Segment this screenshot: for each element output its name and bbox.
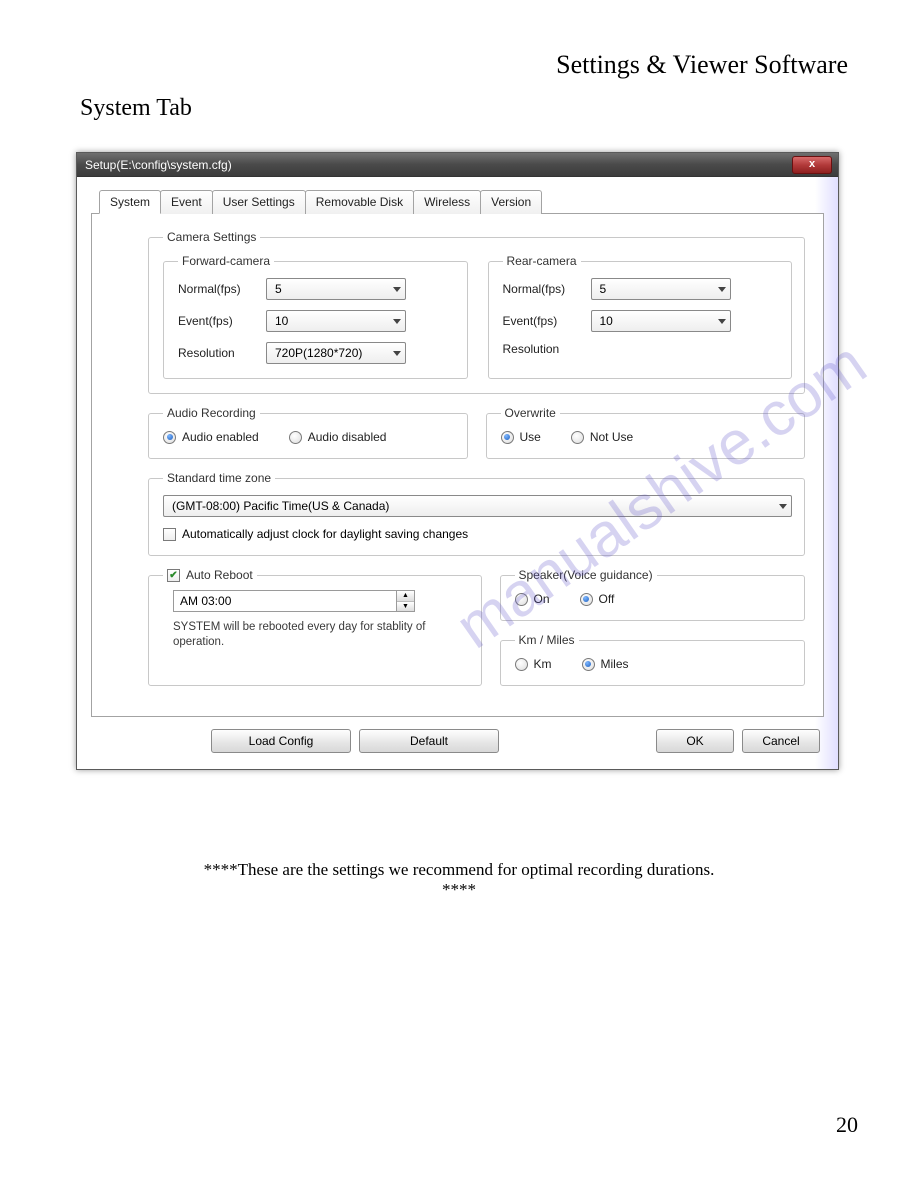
rear-event-combo[interactable]: 10: [591, 310, 731, 332]
right-col: Speaker(Voice guidance) On Off: [500, 568, 806, 698]
overwrite-use-label: Use: [520, 430, 541, 444]
audio-disabled-label: Audio disabled: [308, 430, 387, 444]
radio-icon: [163, 431, 176, 444]
timezone-value: (GMT-08:00) Pacific Time(US & Canada): [172, 499, 389, 513]
camera-settings-group: Camera Settings Forward-camera Normal(fp…: [148, 230, 805, 394]
ok-button[interactable]: OK: [656, 729, 734, 753]
page-header: Settings & Viewer Software: [0, 0, 918, 90]
section-title: System Tab: [0, 90, 918, 152]
rear-normal-value: 5: [600, 282, 607, 296]
cancel-button[interactable]: Cancel: [742, 729, 820, 753]
radio-icon: [580, 593, 593, 606]
timezone-combo[interactable]: (GMT-08:00) Pacific Time(US & Canada): [163, 495, 792, 517]
forward-camera-group: Forward-camera Normal(fps) 5 Event(fps): [163, 254, 468, 379]
page-number: 20: [836, 1112, 858, 1138]
audio-legend: Audio Recording: [163, 406, 260, 420]
radio-icon: [515, 593, 528, 606]
units-legend: Km / Miles: [515, 633, 579, 647]
audio-enabled-radio[interactable]: Audio enabled: [163, 430, 259, 444]
setup-window: Setup(E:\config\system.cfg) x System Eve…: [76, 152, 839, 770]
reboot-group: Auto Reboot AM 03:00 ▲ ▼ SYSTEM will be …: [148, 568, 482, 686]
audio-group: Audio Recording Audio enabled Audio disa…: [148, 406, 468, 459]
forward-normal-value: 5: [275, 282, 282, 296]
speaker-off-label: Off: [599, 592, 615, 606]
load-config-button[interactable]: Load Config: [211, 729, 351, 753]
tab-user-settings[interactable]: User Settings: [212, 190, 306, 214]
speaker-on-label: On: [534, 592, 550, 606]
speaker-on-radio[interactable]: On: [515, 592, 550, 606]
rear-camera-group: Rear-camera Normal(fps) 5 Event(fps) 10: [488, 254, 793, 379]
tab-wireless[interactable]: Wireless: [413, 190, 481, 214]
checkbox-icon: [163, 528, 176, 541]
tab-removable-disk[interactable]: Removable Disk: [305, 190, 414, 214]
rear-res-label: Resolution: [503, 342, 591, 356]
forward-event-combo[interactable]: 10: [266, 310, 406, 332]
default-button[interactable]: Default: [359, 729, 499, 753]
dst-label: Automatically adjust clock for daylight …: [182, 527, 468, 541]
chevron-down-icon: [779, 504, 787, 509]
forward-event-value: 10: [275, 314, 288, 328]
overwrite-group: Overwrite Use Not Use: [486, 406, 806, 459]
speaker-legend: Speaker(Voice guidance): [515, 568, 657, 582]
rear-event-label: Event(fps): [503, 314, 591, 328]
forward-res-label: Resolution: [178, 346, 266, 360]
auto-reboot-label: Auto Reboot: [186, 568, 253, 582]
audio-enabled-label: Audio enabled: [182, 430, 259, 444]
dst-checkbox[interactable]: Automatically adjust clock for daylight …: [163, 527, 792, 541]
rear-normal-label: Normal(fps): [503, 282, 591, 296]
window-title: Setup(E:\config\system.cfg): [85, 158, 232, 172]
forward-camera-legend: Forward-camera: [178, 254, 274, 268]
speaker-group: Speaker(Voice guidance) On Off: [500, 568, 806, 621]
speaker-off-radio[interactable]: Off: [580, 592, 615, 606]
radio-icon: [582, 658, 595, 671]
audio-disabled-radio[interactable]: Audio disabled: [289, 430, 387, 444]
chevron-down-icon: [393, 351, 401, 356]
chevron-down-icon: [393, 319, 401, 324]
titlebar: Setup(E:\config\system.cfg) x: [77, 153, 838, 177]
close-button[interactable]: x: [792, 156, 832, 174]
tab-panel-system: Camera Settings Forward-camera Normal(fp…: [91, 213, 824, 717]
tab-system[interactable]: System: [99, 190, 161, 214]
radio-icon: [515, 658, 528, 671]
forward-res-value: 720P(1280*720): [275, 346, 362, 360]
auto-reboot-checkbox[interactable]: Auto Reboot: [163, 568, 257, 582]
radio-icon: [571, 431, 584, 444]
forward-normal-label: Normal(fps): [178, 282, 266, 296]
radio-icon: [501, 431, 514, 444]
overwrite-notuse-radio[interactable]: Not Use: [571, 430, 633, 444]
overwrite-legend: Overwrite: [501, 406, 560, 420]
timezone-group: Standard time zone (GMT-08:00) Pacific T…: [148, 471, 805, 556]
footer-note: ****These are the settings we recommend …: [0, 860, 918, 900]
spinner-up-icon[interactable]: ▲: [397, 591, 414, 602]
units-miles-label: Miles: [601, 657, 629, 671]
forward-normal-combo[interactable]: 5: [266, 278, 406, 300]
units-km-radio[interactable]: Km: [515, 657, 552, 671]
overwrite-use-radio[interactable]: Use: [501, 430, 541, 444]
tab-version[interactable]: Version: [480, 190, 542, 214]
chevron-down-icon: [718, 319, 726, 324]
rear-event-value: 10: [600, 314, 613, 328]
units-km-label: Km: [534, 657, 552, 671]
units-miles-radio[interactable]: Miles: [582, 657, 629, 671]
forward-event-label: Event(fps): [178, 314, 266, 328]
radio-icon: [289, 431, 302, 444]
camera-settings-legend: Camera Settings: [163, 230, 260, 244]
units-group: Km / Miles Km Miles: [500, 633, 806, 686]
chevron-down-icon: [718, 287, 726, 292]
timezone-legend: Standard time zone: [163, 471, 275, 485]
forward-res-combo[interactable]: 720P(1280*720): [266, 342, 406, 364]
reboot-help: SYSTEM will be rebooted every day for st…: [163, 612, 469, 650]
rear-camera-legend: Rear-camera: [503, 254, 581, 268]
tabstrip: System Event User Settings Removable Dis…: [99, 190, 824, 214]
dialog-body: System Event User Settings Removable Dis…: [77, 177, 838, 769]
chevron-down-icon: [393, 287, 401, 292]
spinner-down-icon[interactable]: ▼: [397, 602, 414, 612]
tab-event[interactable]: Event: [160, 190, 213, 214]
reboot-time-value[interactable]: AM 03:00: [173, 590, 397, 612]
overwrite-notuse-label: Not Use: [590, 430, 633, 444]
reboot-time-spinner[interactable]: AM 03:00 ▲ ▼: [173, 590, 415, 612]
checkbox-icon: [167, 569, 180, 582]
dialog-button-row: Load Config Default OK Cancel: [91, 717, 824, 757]
rear-normal-combo[interactable]: 5: [591, 278, 731, 300]
